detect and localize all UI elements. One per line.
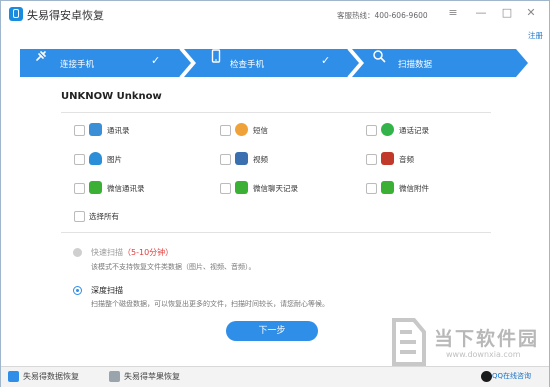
deep-scan-radio[interactable]	[73, 286, 82, 295]
menu-icon[interactable]: ≡	[447, 7, 459, 19]
app-logo-icon	[9, 7, 23, 21]
audio-icon	[381, 152, 394, 165]
qq-consult-link[interactable]: QQ在线咨询	[492, 371, 531, 381]
checkbox[interactable]	[220, 183, 231, 194]
option-label: 短信	[253, 126, 268, 135]
step-connect-check-icon: ✓	[151, 54, 161, 67]
checkbox[interactable]	[220, 125, 231, 136]
step-bar: 连接手机 ✓ 检查手机 ✓ 扫描数据	[20, 49, 530, 77]
option-label: 图片	[107, 155, 122, 164]
checkbox[interactable]	[366, 125, 377, 136]
phone-check-icon	[211, 49, 221, 63]
select-all-label: 选择所有	[89, 212, 119, 221]
checkbox[interactable]	[74, 125, 85, 136]
option-label: 音频	[399, 155, 414, 164]
watermark-logo	[392, 318, 426, 366]
step-bar-background	[20, 49, 528, 77]
qq-icon	[481, 371, 492, 382]
option-label: 微信附件	[399, 184, 429, 193]
minimize-icon[interactable]: —	[475, 7, 487, 19]
bottom-bar: 失易得数据恢复 失易得苹果恢复 QQ在线咨询	[1, 366, 549, 387]
step-connect-label: 连接手机	[60, 60, 95, 70]
sms-icon	[235, 123, 248, 136]
plug-icon	[36, 51, 46, 61]
wechat-icon	[235, 181, 248, 194]
watermark-text: 当下软件园	[434, 328, 540, 350]
quick-scan-name: 快速扫描	[91, 248, 123, 257]
checkbox[interactable]	[74, 154, 85, 165]
step-check-check-icon: ✓	[321, 54, 331, 67]
title-bar: 失易得安卓恢复 客服热线：400-606-9600 ≡ — □ ✕	[1, 1, 549, 27]
quick-scan-title: 快速扫描（5-10分钟）	[91, 247, 173, 258]
step-scan-label: 扫描数据	[398, 60, 433, 70]
quick-scan-radio[interactable]	[73, 248, 82, 257]
register-link[interactable]: 注册	[528, 30, 543, 41]
checkbox[interactable]	[366, 183, 377, 194]
apple-recovery-icon	[109, 371, 120, 382]
deep-scan-title: 深度扫描	[91, 286, 123, 295]
divider	[61, 112, 491, 113]
option-label: 通讯录	[107, 126, 130, 135]
checkbox[interactable]	[220, 154, 231, 165]
option-label: 通话记录	[399, 126, 429, 135]
maximize-icon[interactable]: □	[501, 7, 513, 19]
deep-scan-desc: 扫描整个磁盘数据，可以恢复出更多的文件，扫描时间较长，请您耐心等候。	[91, 300, 329, 308]
checkbox[interactable]	[366, 154, 377, 165]
option-label: 微信通讯录	[107, 184, 145, 193]
wechat-icon	[381, 181, 394, 194]
photo-icon	[89, 152, 102, 165]
watermark-url: www.downxia.com	[446, 350, 521, 359]
wechat-icon	[89, 181, 102, 194]
quick-scan-desc: 该模式不支持恢复文件类数据（图片、视频、音频）。	[91, 263, 256, 271]
quick-scan-duration: （5-10分钟）	[123, 248, 174, 257]
close-icon[interactable]: ✕	[525, 7, 537, 19]
app-title: 失易得安卓恢复	[27, 9, 104, 22]
video-icon	[235, 152, 248, 165]
data-recovery-link[interactable]: 失易得数据恢复	[23, 371, 79, 382]
checkbox[interactable]	[74, 183, 85, 194]
phone-icon	[381, 123, 394, 136]
divider	[61, 232, 491, 233]
next-button[interactable]: 下一步	[226, 321, 318, 341]
hotline-text: 客服热线：400-606-9600	[337, 11, 428, 20]
data-recovery-icon	[8, 371, 19, 382]
step-check-label: 检查手机	[230, 60, 265, 70]
contacts-icon	[89, 123, 102, 136]
option-label: 视频	[253, 155, 268, 164]
checkbox[interactable]	[74, 211, 85, 222]
option-label: 微信聊天记录	[253, 184, 298, 193]
apple-recovery-link[interactable]: 失易得苹果恢复	[124, 371, 180, 382]
device-name: UNKNOW Unknow	[61, 91, 162, 102]
search-icon	[373, 50, 386, 63]
